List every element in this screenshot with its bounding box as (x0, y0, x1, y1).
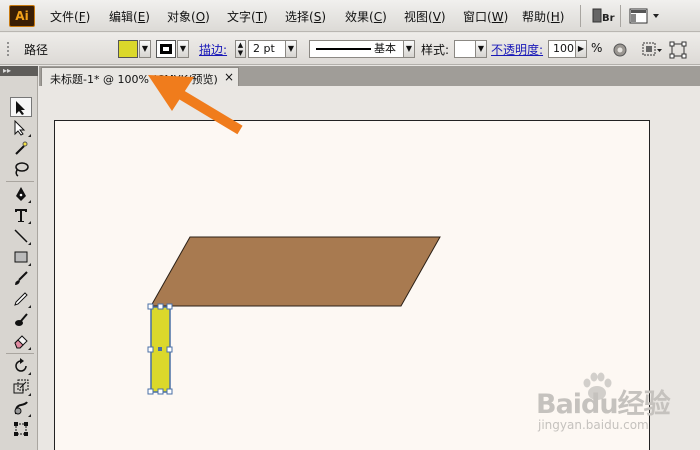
stroke-panel-link[interactable]: 描边: (199, 41, 227, 58)
align-options-icon[interactable] (641, 41, 663, 59)
stroke-weight-dropdown[interactable]: ▼ (285, 40, 297, 58)
graphic-style-swatch[interactable] (454, 40, 476, 58)
menu-separator (620, 5, 621, 27)
stroke-profile-dropdown[interactable]: ▼ (403, 40, 415, 58)
menu-effect[interactable]: 效果(C) (345, 8, 387, 25)
bridge-button-icon[interactable]: Br (592, 6, 616, 26)
watermark-brand: Baidu经验 (536, 389, 671, 420)
close-document-icon[interactable]: × (224, 70, 234, 84)
menu-help[interactable]: 帮助(H) (522, 8, 564, 25)
menu-edit[interactable]: 编辑(E) (109, 8, 150, 25)
menu-bar: Ai 文件(F) 编辑(E) 对象(O) 文字(T) 选择(S) 效果(C) 视… (0, 0, 700, 32)
menu-separator (580, 5, 581, 27)
line-tool-icon[interactable] (10, 226, 32, 246)
svg-text:Br: Br (602, 13, 615, 24)
free-transform-tool-icon[interactable] (10, 419, 32, 439)
selection-type-label: 路径 (24, 43, 49, 57)
menu-select[interactable]: 选择(S) (285, 8, 326, 25)
fill-dropdown-arrow[interactable]: ▼ (139, 40, 151, 58)
scale-tool-icon[interactable] (10, 377, 32, 397)
opacity-unit: % (591, 41, 603, 55)
type-tool-icon[interactable] (10, 205, 32, 225)
graphic-style-dropdown[interactable]: ▼ (475, 40, 487, 58)
lasso-tool-icon[interactable] (10, 159, 32, 179)
style-label: 样式: (421, 43, 450, 57)
stroke-color-swatch[interactable] (156, 40, 176, 58)
control-bar: 路径 ▼ ▼ 描边: ▲ ▼ 2 pt ▼ 基本 ▼ 样式: ▼ 不透明度: 10… (0, 33, 700, 65)
document-tab[interactable]: 未标题-1* @ 100% (CMYK/预览) × (41, 67, 239, 86)
direct-selection-tool-icon[interactable] (10, 118, 32, 138)
stroke-profile-line (316, 48, 371, 50)
rotate-tool-icon[interactable] (10, 356, 32, 376)
eraser-tool-icon[interactable] (10, 331, 32, 351)
document-tab-label: 未标题-1* @ 100% (CMYK/预览) (50, 73, 218, 86)
illustrator-window: Ai 文件(F) 编辑(E) 对象(O) 文字(T) 选择(S) 效果(C) 视… (0, 0, 700, 450)
stroke-weight-field[interactable]: 2 pt (248, 40, 286, 58)
menu-file[interactable]: 文件(F) (50, 8, 90, 25)
opacity-dropdown[interactable]: ▶ (575, 40, 587, 58)
illustrator-logo-icon: Ai (9, 5, 35, 27)
menu-object[interactable]: 对象(O) (167, 8, 210, 25)
baidu-jingyan-watermark: Baidu经验 jingyan.baidu.com (536, 372, 696, 436)
rectangle-tool-icon[interactable] (10, 247, 32, 267)
document-tab-strip: 未标题-1* @ 100% (CMYK/预览) × (39, 66, 700, 86)
stroke-profile-label: 基本 (374, 42, 396, 55)
selection-tool-icon[interactable] (10, 97, 32, 117)
magic-wand-tool-icon[interactable] (10, 138, 32, 158)
menu-window[interactable]: 窗口(W) (463, 8, 508, 25)
menu-view[interactable]: 视图(V) (404, 8, 446, 25)
pen-tool-icon[interactable] (10, 184, 32, 204)
blob-brush-tool-icon[interactable] (10, 310, 32, 330)
pencil-tool-icon[interactable] (10, 289, 32, 309)
opacity-panel-link[interactable]: 不透明度: (491, 41, 543, 58)
tools-panel-collapse-icon[interactable]: ▸▸ (0, 66, 38, 76)
warp-tool-icon[interactable] (10, 398, 32, 418)
watermark-url: jingyan.baidu.com (538, 418, 649, 432)
stroke-profile-select[interactable]: 基本 (309, 40, 404, 58)
menu-type[interactable]: 文字(T) (227, 8, 268, 25)
transform-options-icon[interactable] (669, 41, 689, 59)
opacity-field[interactable]: 100 (548, 40, 576, 58)
stroke-weight-stepper[interactable]: ▲ ▼ (235, 40, 246, 58)
workspace-switcher-icon[interactable] (628, 6, 662, 26)
paintbrush-tool-icon[interactable] (10, 268, 32, 288)
panel-grip-icon[interactable] (6, 41, 10, 57)
tools-panel: ▸▸ (0, 66, 38, 450)
recolor-artwork-icon[interactable] (612, 42, 628, 58)
stroke-dropdown-arrow[interactable]: ▼ (177, 40, 189, 58)
fill-color-swatch[interactable] (118, 40, 138, 58)
